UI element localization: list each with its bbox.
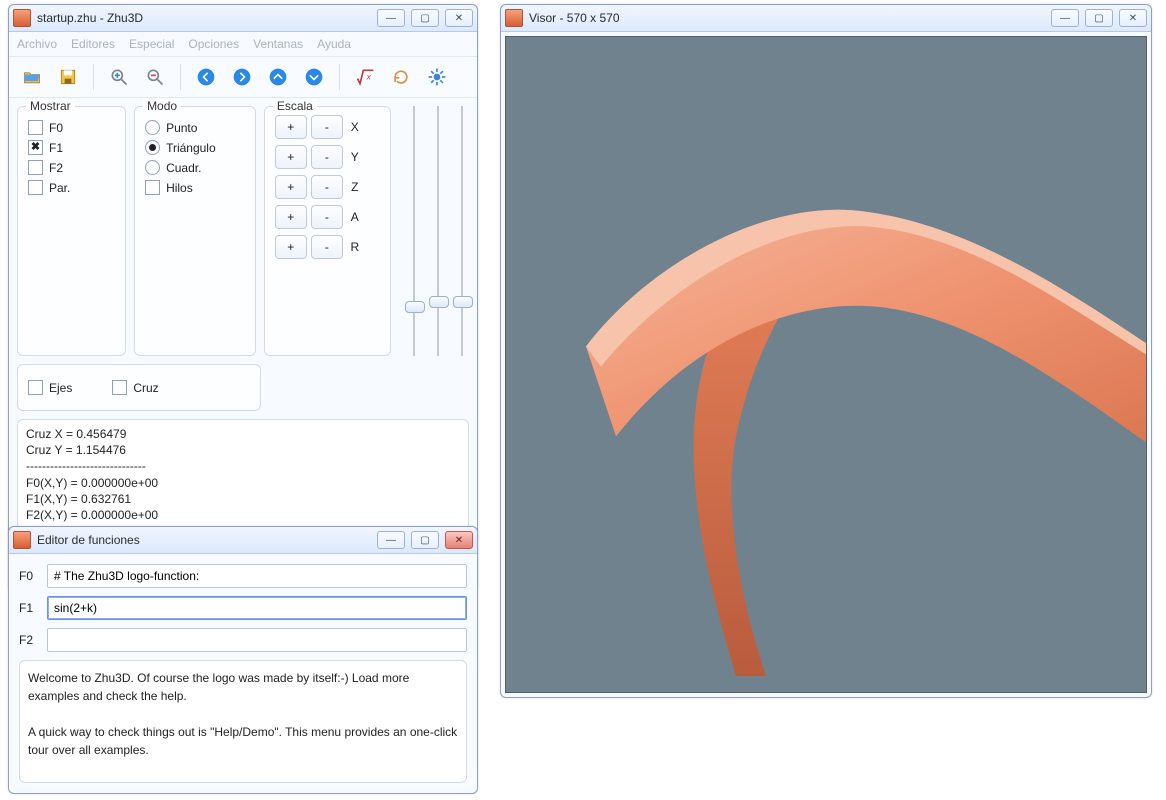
check-f2[interactable]: F2 [28,160,115,175]
nav-down-icon[interactable] [299,62,329,92]
minimize-button[interactable]: — [377,9,405,27]
func-row-f0: F0 [19,564,467,588]
save-file-icon[interactable] [53,62,83,92]
group-escala-legend: Escala [273,99,317,113]
menu-especial[interactable]: Especial [129,37,174,51]
func-input-f1[interactable] [47,596,467,620]
open-file-icon[interactable] [17,62,47,92]
check-f0[interactable]: F0 [28,120,115,135]
group-ejes-cruz: Ejes Cruz [17,364,261,411]
menu-archivo[interactable]: Archivo [17,37,57,51]
toolbar: x [9,56,477,98]
gear-icon[interactable] [422,62,452,92]
check-cruz[interactable]: Cruz [112,380,158,395]
func-input-f2[interactable] [47,628,467,652]
menu-ayuda[interactable]: Ayuda [317,37,351,51]
editor-title: Editor de funciones [37,533,377,547]
close-button[interactable]: ✕ [445,9,473,27]
app-icon [13,531,31,549]
maximize-button[interactable]: ▢ [1085,9,1113,27]
scale-r-plus[interactable]: + [275,235,307,259]
vslider-3[interactable] [455,106,469,356]
radio-cuadr[interactable]: Cuadr. [145,160,245,175]
func-input-f0[interactable] [47,564,467,588]
group-mostrar: Mostrar F0 ✖F1 F2 Par. [17,106,126,356]
close-button[interactable]: ✕ [445,531,473,549]
main-titlebar[interactable]: startup.zhu - Zhu3D — ▢ ✕ [9,5,477,32]
main-app-window: startup.zhu - Zhu3D — ▢ ✕ Archivo Editor… [8,4,478,593]
function-editor-window: Editor de funciones — ▢ ✕ F0 F1 F2 Welco… [8,526,478,794]
nav-back-icon[interactable] [191,62,221,92]
visor-title: Visor - 570 x 570 [529,11,1051,25]
maximize-button[interactable]: ▢ [411,531,439,549]
viewport-3d[interactable] [505,36,1147,693]
close-button[interactable]: ✕ [1119,9,1147,27]
scale-a-minus[interactable]: - [311,205,343,229]
check-ejes[interactable]: Ejes [28,380,72,395]
scale-y-plus[interactable]: + [275,145,307,169]
sliders-panel [407,106,469,356]
vslider-2[interactable] [431,106,445,356]
scale-x-minus[interactable]: - [311,115,343,139]
group-escala: Escala +-X +-Y +-Z +-A +-R [264,106,391,356]
visor-window: Visor - 570 x 570 — ▢ ✕ [500,4,1152,698]
scale-y-minus[interactable]: - [311,145,343,169]
group-modo: Modo Punto Triángulo Cuadr. Hilos [134,106,256,356]
scale-a-plus[interactable]: + [275,205,307,229]
app-icon [13,9,31,27]
app-icon [505,9,523,27]
radio-punto[interactable]: Punto [145,120,245,135]
zoom-out-icon[interactable] [140,62,170,92]
editor-titlebar[interactable]: Editor de funciones — ▢ ✕ [9,527,477,554]
group-mostrar-legend: Mostrar [26,99,75,113]
group-modo-legend: Modo [143,99,181,113]
visor-titlebar[interactable]: Visor - 570 x 570 — ▢ ✕ [501,5,1151,32]
menu-opciones[interactable]: Opciones [188,37,239,51]
vslider-1[interactable] [407,106,421,356]
scale-z-plus[interactable]: + [275,175,307,199]
nav-up-icon[interactable] [263,62,293,92]
scale-r-minus[interactable]: - [311,235,343,259]
scale-z-minus[interactable]: - [311,175,343,199]
func-row-f1: F1 [19,596,467,620]
svg-text:x: x [366,72,372,82]
sqrt-x-icon[interactable]: x [350,62,380,92]
scale-x-plus[interactable]: + [275,115,307,139]
minimize-button[interactable]: — [1051,9,1079,27]
nav-forward-icon[interactable] [227,62,257,92]
minimize-button[interactable]: — [377,531,405,549]
menu-editores[interactable]: Editores [71,37,115,51]
editor-message: Welcome to Zhu3D. Of course the logo was… [19,660,467,783]
menu-ventanas[interactable]: Ventanas [253,37,303,51]
zoom-in-icon[interactable] [104,62,134,92]
check-f1[interactable]: ✖F1 [28,140,115,155]
radio-triangulo[interactable]: Triángulo [145,140,245,155]
maximize-button[interactable]: ▢ [411,9,439,27]
check-hilos[interactable]: Hilos [145,180,245,195]
main-title: startup.zhu - Zhu3D [37,11,377,25]
menubar: Archivo Editores Especial Opciones Venta… [9,32,477,56]
func-row-f2: F2 [19,628,467,652]
refresh-icon[interactable] [386,62,416,92]
check-par[interactable]: Par. [28,180,115,195]
